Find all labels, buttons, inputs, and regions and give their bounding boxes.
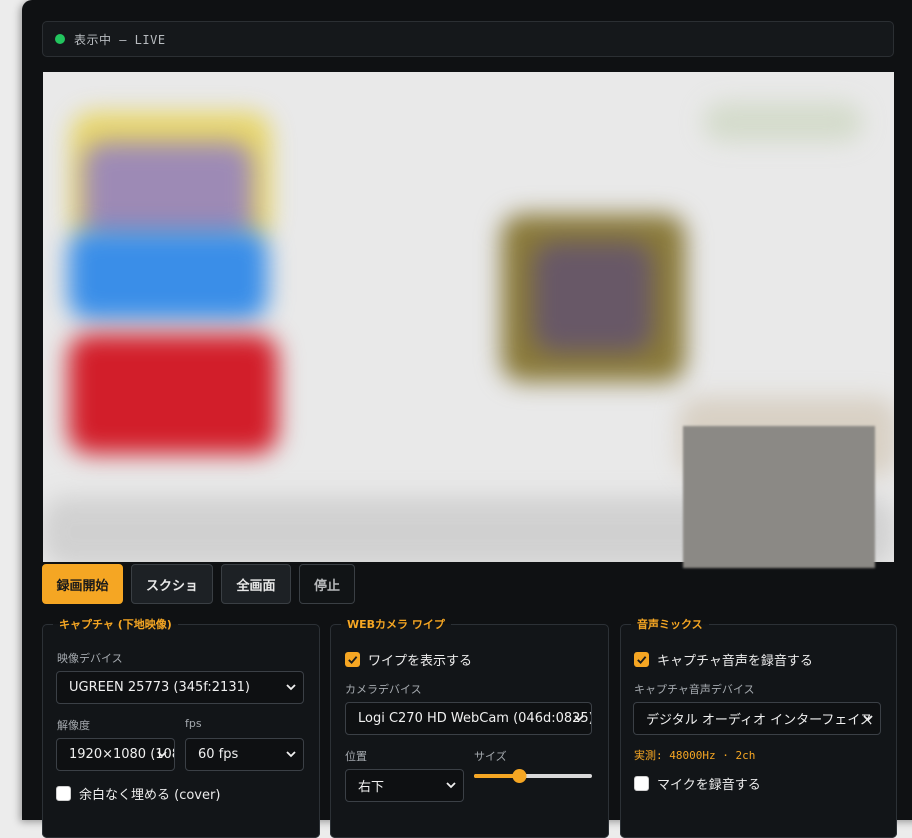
audio-group-title: 音声ミックス	[637, 618, 703, 631]
show-wipe-label: ワイプを表示する	[368, 654, 473, 669]
chevron-down-icon	[863, 715, 873, 722]
audio-device-value: デジタル オーディオ インターフェイス	[646, 713, 873, 728]
mic-checkbox[interactable]	[634, 776, 649, 791]
status-bar: 表示中 — LIVE	[42, 21, 894, 57]
webcam-group-title: WEBカメラ ワイプ	[347, 618, 445, 631]
cover-toggle[interactable]: 余白なく埋める (cover)	[56, 784, 220, 803]
blurred-content-blue	[68, 230, 268, 320]
cover-checkbox[interactable]	[56, 786, 71, 801]
video-device-select[interactable]: UGREEN 25773 (345f:2131)	[56, 671, 304, 704]
camera-device-select[interactable]: Logi C270 HD WebCam (046d:0825)	[345, 702, 592, 735]
chevron-down-icon	[157, 751, 167, 758]
position-select[interactable]: 右下	[345, 769, 464, 802]
mic-toggle[interactable]: マイクを録音する	[634, 774, 761, 793]
capture-audio-checkbox[interactable]	[634, 652, 649, 667]
webcam-wipe-preview[interactable]	[683, 426, 875, 568]
chevron-down-icon	[574, 715, 584, 722]
cover-label: 余白なく埋める (cover)	[79, 788, 221, 803]
resolution-label: 解像度	[57, 719, 90, 732]
live-indicator-dot	[55, 34, 65, 44]
chevron-down-icon	[286, 751, 296, 758]
mic-label: マイクを録音する	[657, 778, 761, 793]
fps-label: fps	[185, 717, 202, 730]
position-value: 右下	[358, 780, 385, 795]
fps-value: 60 fps	[198, 747, 239, 762]
show-wipe-checkbox[interactable]	[345, 652, 360, 667]
video-device-value: UGREEN 25773 (345f:2131)	[69, 680, 250, 695]
blurred-content-red	[68, 334, 278, 454]
video-device-label: 映像デバイス	[57, 652, 123, 665]
audio-device-select[interactable]: デジタル オーディオ インターフェイス	[633, 702, 881, 735]
camera-device-label: カメラデバイス	[345, 683, 422, 696]
measured-audio-format: 実測: 48000Hz · 2ch	[634, 749, 756, 762]
chevron-down-icon	[286, 684, 296, 691]
audio-device-label: キャプチャ音声デバイス	[634, 683, 755, 696]
fps-select[interactable]: 60 fps	[185, 738, 304, 771]
blurred-thumbnail-inner	[533, 242, 653, 352]
size-label: サイズ	[474, 750, 507, 763]
position-label: 位置	[345, 750, 367, 763]
fullscreen-button[interactable]: 全画面	[221, 564, 291, 604]
screenshot-button[interactable]: スクショ	[131, 564, 213, 604]
capture-audio-toggle[interactable]: キャプチャ音声を録音する	[634, 650, 813, 669]
show-wipe-toggle[interactable]: ワイプを表示する	[345, 650, 472, 669]
resolution-select[interactable]: 1920×1080 (1080p)	[56, 738, 175, 771]
blurred-content-purple	[83, 142, 253, 242]
status-text: 表示中 — LIVE	[74, 32, 166, 47]
record-button[interactable]: 録画開始	[42, 564, 123, 604]
checkmark-icon	[348, 656, 358, 665]
stop-button[interactable]: 停止	[299, 564, 355, 604]
size-slider[interactable]	[474, 768, 592, 784]
chevron-down-icon	[446, 782, 456, 789]
checkmark-icon	[637, 656, 647, 665]
blurred-badge	[703, 102, 863, 142]
capture-audio-label: キャプチャ音声を録音する	[657, 654, 813, 669]
size-slider-thumb[interactable]	[512, 769, 527, 783]
camera-device-value: Logi C270 HD WebCam (046d:0825)	[358, 711, 592, 726]
capture-group-title: キャプチャ (下地映像)	[59, 618, 172, 631]
